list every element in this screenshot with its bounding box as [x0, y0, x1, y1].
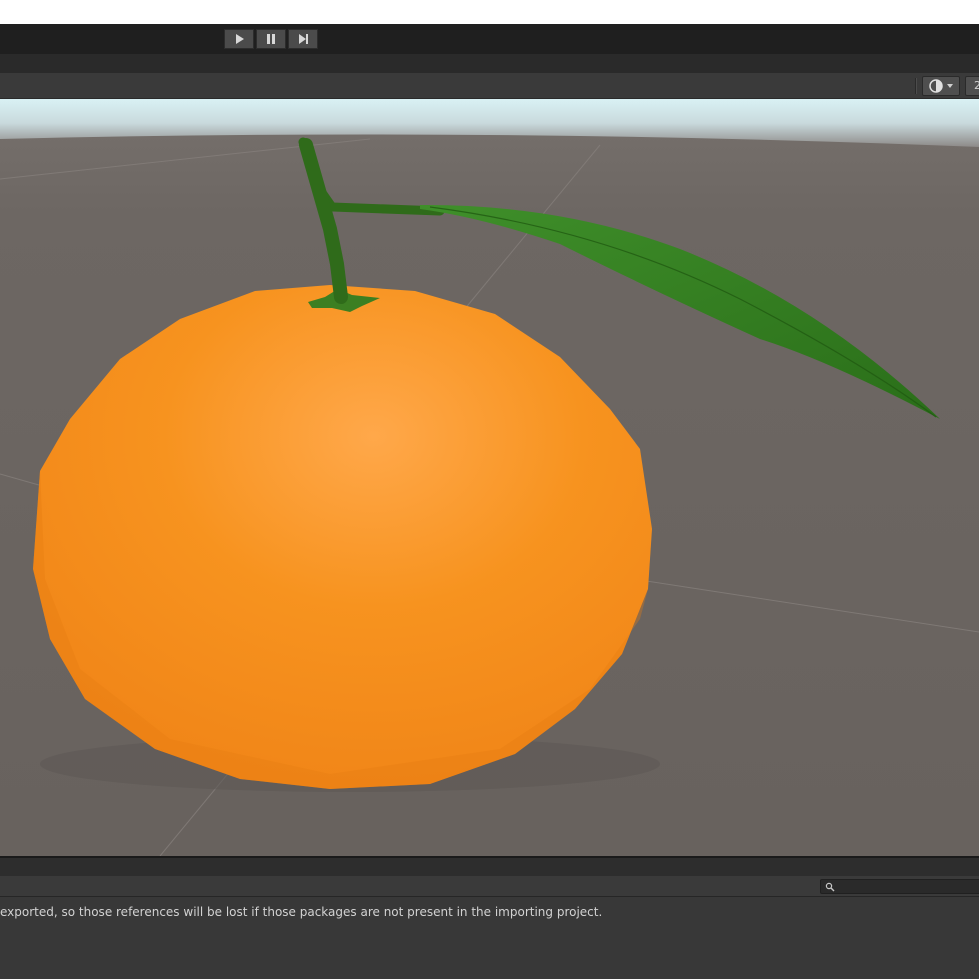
pause-icon [267, 34, 275, 44]
play-icon [236, 34, 244, 44]
scene-view-viewport[interactable] [0, 99, 979, 856]
scene-view-toolbar: 2 [0, 73, 979, 99]
console-log-area: exported, so those references will be lo… [0, 897, 979, 941]
pause-button[interactable] [256, 29, 286, 49]
scene-render [0, 99, 979, 856]
shading-sphere-icon [929, 79, 953, 93]
chevron-down-icon [947, 84, 953, 88]
console-message[interactable]: exported, so those references will be lo… [0, 905, 602, 919]
play-mode-toolbar [0, 24, 979, 54]
console-search-input[interactable] [820, 879, 979, 894]
window-top-margin [0, 0, 979, 24]
console-tab-strip [0, 858, 979, 876]
2d-toggle-button[interactable]: 2 [965, 76, 979, 96]
play-button[interactable] [224, 29, 254, 49]
console-toolbar [0, 876, 979, 897]
console-empty-area [0, 941, 979, 979]
tab-strip [0, 54, 979, 73]
toolbar-separator [915, 78, 917, 94]
shading-mode-dropdown[interactable] [922, 76, 960, 96]
step-forward-icon [299, 34, 308, 44]
step-button[interactable] [288, 29, 318, 49]
search-icon [825, 882, 835, 892]
